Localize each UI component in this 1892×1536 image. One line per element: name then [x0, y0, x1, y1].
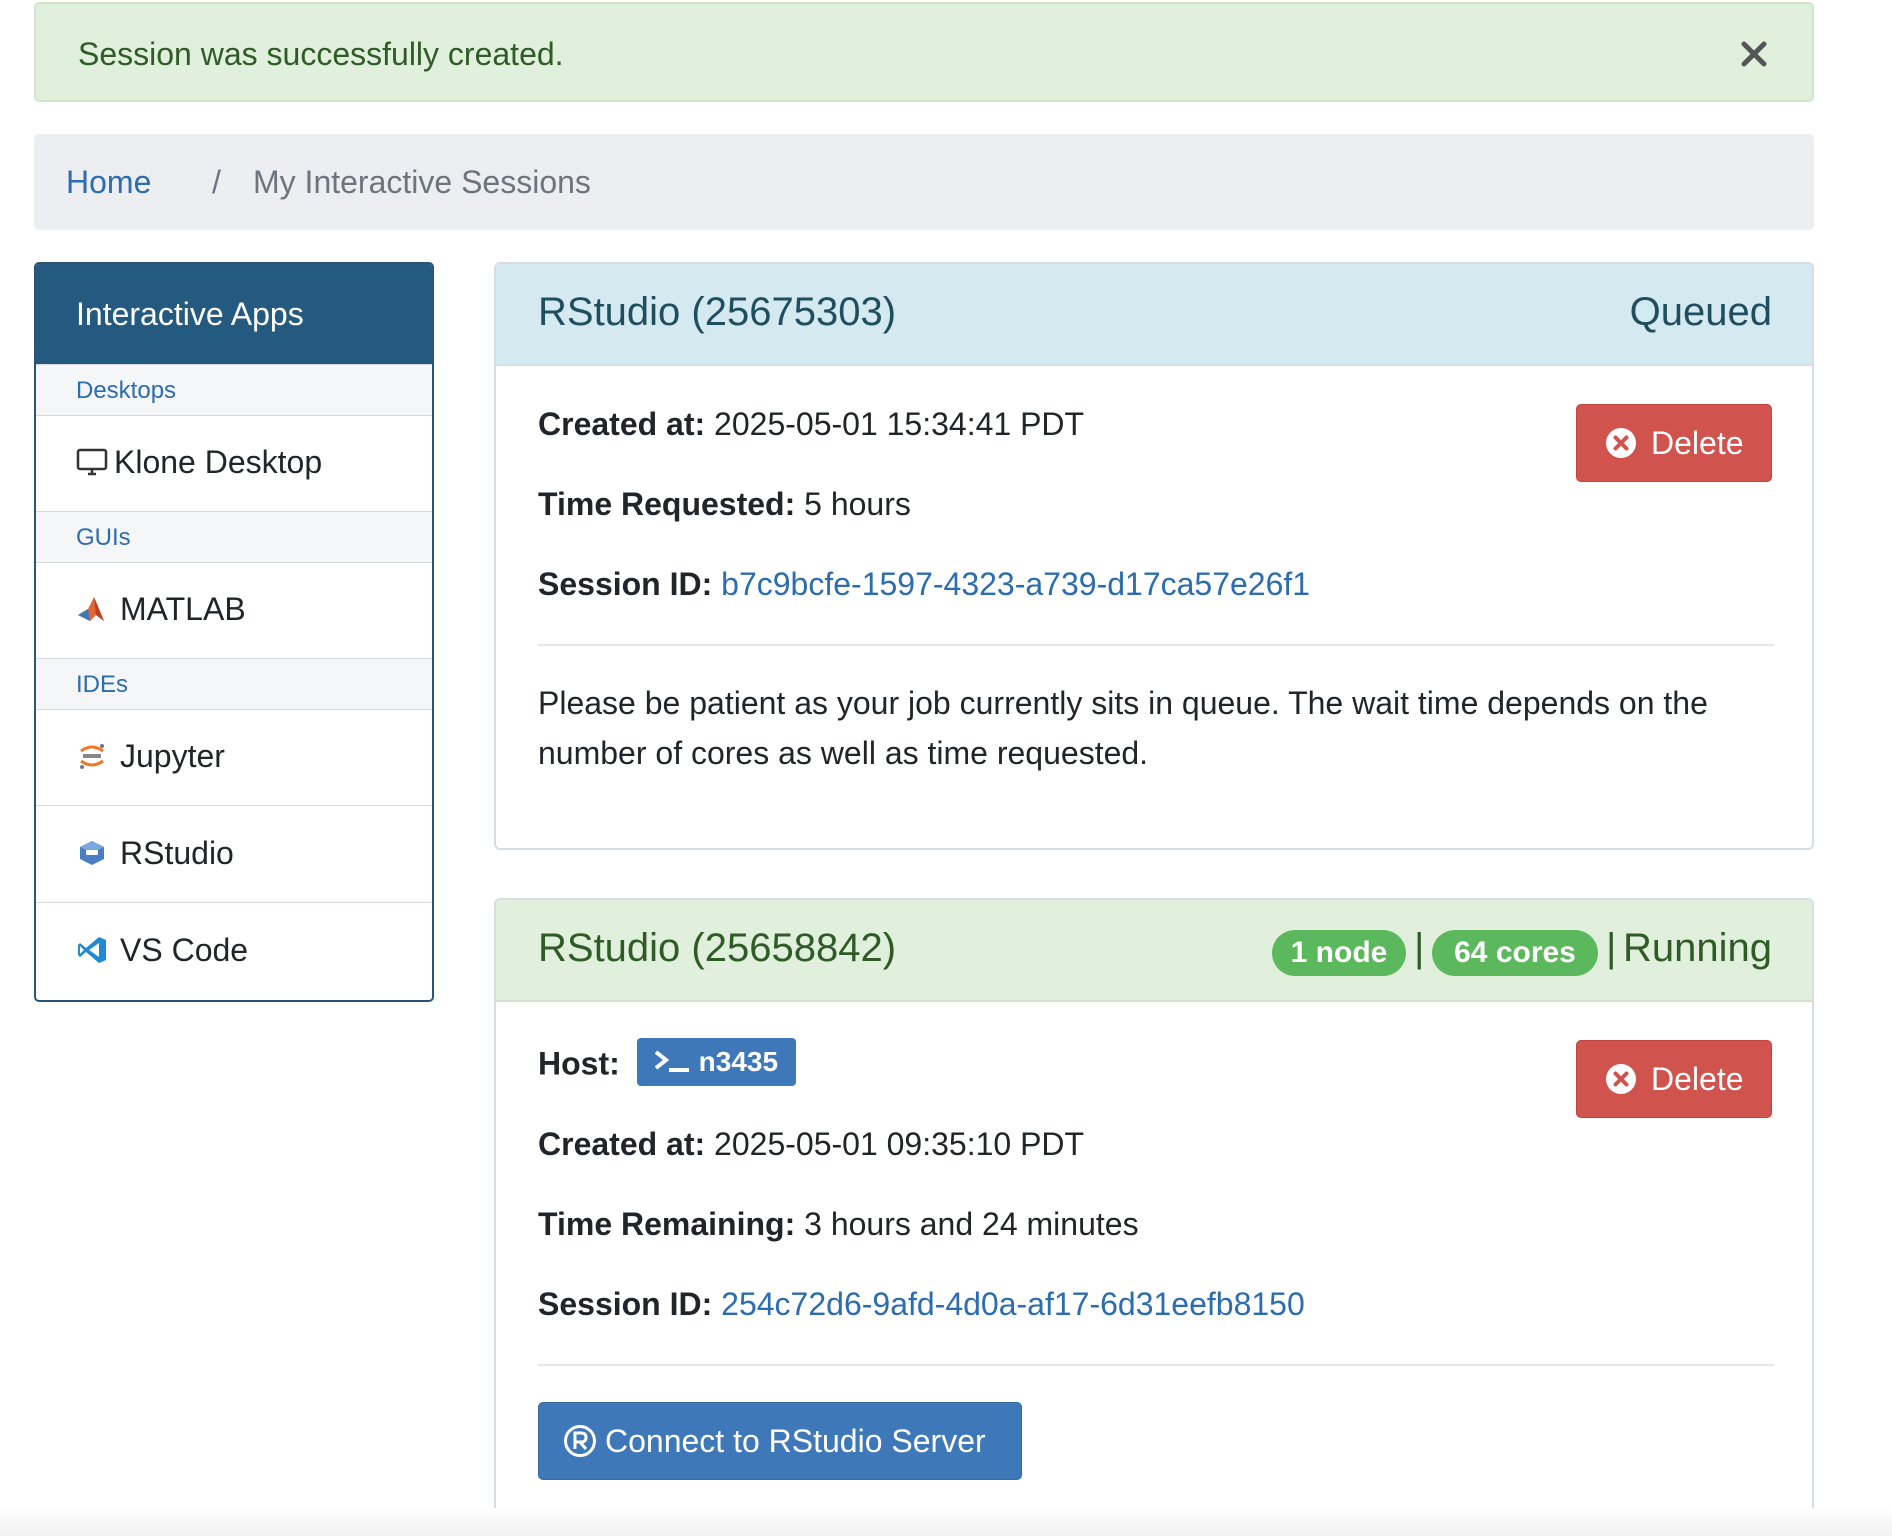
sidebar-category-label: IDEs — [76, 671, 129, 698]
session-id-label: Session ID: — [538, 1286, 713, 1322]
sidebar-category-label: Desktops — [76, 377, 177, 404]
separator: | — [1414, 926, 1425, 970]
sidebar-item-label: Jupyter — [120, 738, 225, 774]
sidebar-category-label: GUIs — [76, 524, 131, 551]
success-alert: Session was successfully created. — [34, 2, 1814, 102]
sidebar-item-klone-desktop[interactable]: Klone Desktop — [36, 414, 432, 512]
registered-icon — [563, 1424, 597, 1458]
core-count-badge: 64 cores — [1432, 930, 1598, 976]
jupyter-icon — [76, 740, 108, 772]
close-circle-icon — [1605, 427, 1637, 459]
vscode-icon — [76, 934, 108, 966]
breadcrumb-home-link[interactable]: Home — [66, 164, 151, 201]
session-id-row: Session ID: b7c9bcfe-1597-4323-a739-d17c… — [538, 566, 1310, 603]
connect-rstudio-button[interactable]: Connect to RStudio Server — [538, 1402, 1022, 1480]
session-card-header: RStudio (25658842) 1 node | 64 cores | R… — [496, 900, 1812, 1002]
breadcrumb-current: My Interactive Sessions — [253, 164, 591, 200]
session-card-running: RStudio (25658842) 1 node | 64 cores | R… — [494, 898, 1814, 1516]
sidebar-item-label: RStudio — [120, 835, 234, 871]
breadcrumb-separator: / — [212, 164, 221, 200]
sidebar-item-vs-code[interactable]: VS Code — [36, 902, 432, 999]
sidebar-item-matlab[interactable]: MATLAB — [36, 561, 432, 659]
created-at-row: Created at: 2025-05-01 15:34:41 PDT — [538, 406, 1084, 443]
sidebar-header-title: Interactive Apps — [76, 296, 304, 332]
monitor-icon — [76, 446, 108, 478]
page-bottom-edge — [0, 1508, 1892, 1536]
sidebar-category-guis: GUIs — [36, 511, 432, 563]
created-at-label: Created at: — [538, 406, 706, 442]
breadcrumb: Home / My Interactive Sessions — [34, 134, 1814, 230]
connect-button-label: Connect to RStudio Server — [605, 1423, 986, 1459]
alert-message: Session was successfully created. — [78, 36, 564, 72]
rstudio-icon — [76, 837, 108, 869]
session-status: Queued — [1629, 290, 1772, 334]
delete-button-label: Delete — [1651, 1061, 1744, 1097]
time-requested-row: Time Requested: 5 hours — [538, 486, 911, 523]
session-card-queued: RStudio (25675303) Queued Created at: 20… — [494, 262, 1814, 850]
session-id-row: Session ID: 254c72d6-9afd-4d0a-af17-6d31… — [538, 1286, 1305, 1323]
queue-message: Please be patient as your job currently … — [538, 685, 1708, 771]
host-row: Host: n3435 — [538, 1038, 797, 1090]
separator: | — [1606, 926, 1617, 970]
sidebar: Interactive Apps Desktops Klone Desktop … — [34, 262, 434, 1002]
session-status: Running — [1622, 926, 1772, 970]
matlab-icon — [76, 593, 108, 625]
sidebar-category-desktops: Desktops — [36, 364, 432, 416]
close-circle-icon — [1605, 1063, 1637, 1095]
session-id-label: Session ID: — [538, 566, 713, 602]
host-shell-button[interactable]: n3435 — [636, 1038, 797, 1086]
terminal-icon — [654, 1050, 689, 1072]
sidebar-item-label: VS Code — [120, 932, 249, 968]
created-at-value: 2025-05-01 15:34:41 PDT — [714, 406, 1085, 442]
time-requested-value: 5 hours — [804, 486, 911, 522]
created-at-value: 2025-05-01 09:35:10 PDT — [714, 1126, 1085, 1162]
session-title: RStudio (25658842) — [538, 926, 897, 970]
time-remaining-label: Time Remaining: — [538, 1206, 796, 1242]
delete-button[interactable]: Delete — [1576, 404, 1772, 482]
sidebar-category-ides: IDEs — [36, 658, 432, 710]
session-id-link[interactable]: 254c72d6-9afd-4d0a-af17-6d31eefb8150 — [721, 1286, 1305, 1322]
close-icon[interactable] — [1736, 36, 1772, 72]
session-title: RStudio (25675303) — [538, 290, 897, 334]
node-count-badge: 1 node — [1272, 930, 1406, 976]
host-value: n3435 — [698, 1046, 779, 1077]
session-card-header: RStudio (25675303) Queued — [496, 264, 1812, 366]
time-remaining-row: Time Remaining: 3 hours and 24 minutes — [538, 1206, 1139, 1243]
delete-button[interactable]: Delete — [1576, 1040, 1772, 1118]
sidebar-item-rstudio[interactable]: RStudio — [36, 805, 432, 903]
sidebar-item-label: MATLAB — [120, 591, 246, 627]
divider — [538, 644, 1774, 646]
sidebar-item-jupyter[interactable]: Jupyter — [36, 708, 432, 806]
divider — [538, 1364, 1774, 1366]
sidebar-header: Interactive Apps — [36, 264, 432, 364]
sidebar-item-label: Klone Desktop — [114, 444, 323, 480]
session-id-link[interactable]: b7c9bcfe-1597-4323-a739-d17ca57e26f1 — [721, 566, 1310, 602]
created-at-label: Created at: — [538, 1126, 706, 1162]
created-at-row: Created at: 2025-05-01 09:35:10 PDT — [538, 1126, 1084, 1163]
time-requested-label: Time Requested: — [538, 486, 796, 522]
delete-button-label: Delete — [1651, 425, 1744, 461]
host-label: Host: — [538, 1045, 620, 1082]
time-remaining-value: 3 hours and 24 minutes — [804, 1206, 1139, 1242]
